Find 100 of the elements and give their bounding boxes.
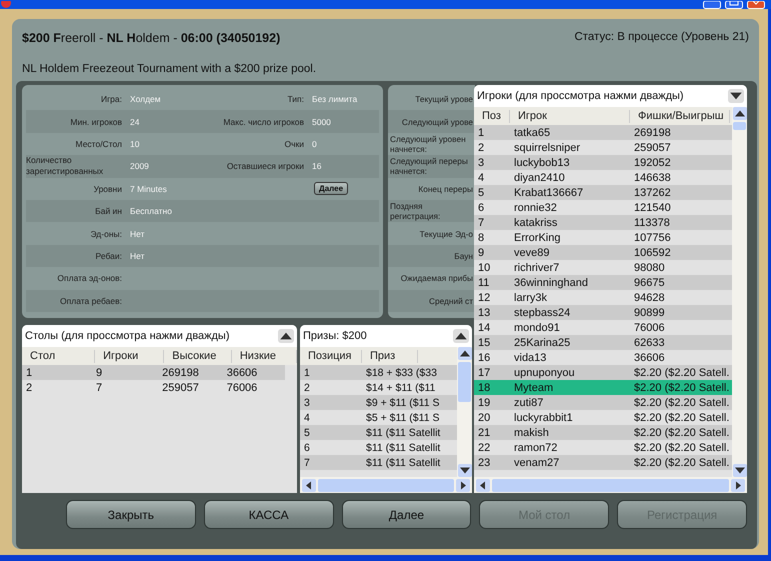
table-cell-text: 2 <box>477 142 486 154</box>
player-row[interactable]: 3 luckybob13 192052 <box>474 155 732 170</box>
player-row[interactable]: 6 ronnie32 121540 <box>474 200 732 215</box>
scroll-up-icon[interactable] <box>732 107 746 120</box>
column-header[interactable]: Высокие <box>164 350 232 362</box>
player-row[interactable]: 23 venam27 $2.20 ($2.20 Satell. <box>474 455 732 470</box>
column-header[interactable]: Фишки/Выигрыш <box>630 110 730 122</box>
scroll-up-icon[interactable] <box>458 347 472 360</box>
table-cell-text: 19 <box>477 396 492 408</box>
info-value: 24 <box>130 116 140 127</box>
scroll-left-icon[interactable] <box>302 478 316 492</box>
player-row[interactable]: 14 mondo91 76006 <box>474 320 732 335</box>
app-icon <box>1 1 11 9</box>
table-cell-text: 107756 <box>633 232 672 244</box>
table-cell-text: tatka65 <box>513 126 552 138</box>
player-row[interactable]: 15 25Karina25 62633 <box>474 335 732 350</box>
table-cell-text: 113378 <box>633 216 671 228</box>
player-row[interactable]: 2 squirrelsniper 259057 <box>474 140 732 155</box>
table-cell-text: upnuponyou <box>513 366 576 378</box>
player-row[interactable]: 22 ramon72 $2.20 ($2.20 Satell. <box>474 440 732 455</box>
table-cell-text: 13 <box>477 306 492 318</box>
table-cell-text: 36606 <box>633 352 666 364</box>
player-row[interactable]: 11 36winninghand 96675 <box>474 275 732 290</box>
action-button[interactable]: КАССА <box>204 500 334 529</box>
table-cell-text: 96675 <box>633 276 666 288</box>
table-cell-text: 3 <box>303 396 311 408</box>
info-label: Баун <box>454 250 473 261</box>
table-cell-text: $14 + $11 ($11 <box>365 382 436 394</box>
dropdown-icon[interactable] <box>728 89 744 103</box>
scroll-right-icon[interactable] <box>456 478 470 492</box>
scroll-thumb[interactable] <box>318 478 454 492</box>
player-row[interactable]: 20 luckyrabbit1 $2.20 ($2.20 Satell. <box>474 410 732 425</box>
column-header[interactable]: Стол <box>22 350 96 362</box>
table-cell-text: 192052 <box>633 156 672 168</box>
info-label: Следующий переры начнется: <box>390 156 469 176</box>
status-text: Статус: В процессе (Уровень 21) <box>574 31 749 45</box>
scroll-right-icon[interactable] <box>731 478 745 492</box>
table-cell-text: $2.20 ($2.20 Satell. <box>633 396 730 408</box>
maximize-icon[interactable] <box>725 1 743 9</box>
minimize-icon[interactable] <box>703 1 721 9</box>
table-cell-text: 98080 <box>633 262 666 274</box>
column-header[interactable]: Низкие <box>232 350 297 362</box>
info-label: Поздняя регистрация: <box>390 201 442 222</box>
table-cell-text: 16 <box>477 352 492 364</box>
table-cell-text: 2 <box>25 382 34 394</box>
close-icon[interactable] <box>747 1 765 9</box>
scroll-down-icon[interactable] <box>458 464 472 477</box>
scroll-left-icon[interactable] <box>476 478 490 492</box>
table-cell-text: 3 <box>477 156 486 168</box>
player-row[interactable]: 13 stepbass24 90899 <box>474 305 732 320</box>
player-row[interactable]: 1 tatka65 269198 <box>474 125 732 140</box>
table-cell-text: ramon72 <box>513 442 558 454</box>
table-cell-text: larry3k <box>513 292 548 304</box>
column-header[interactable]: Поз <box>474 110 510 122</box>
player-row[interactable]: 12 larry3k 94628 <box>474 290 732 305</box>
vertical-scrollbar[interactable] <box>732 107 747 477</box>
table-cell-text: 15 <box>477 336 492 348</box>
info-label: Уровни <box>92 184 123 194</box>
column-header[interactable]: Игрок <box>510 110 630 122</box>
player-row[interactable]: 17 upnuponyou $2.20 ($2.20 Satell. <box>474 365 732 380</box>
scroll-thumb[interactable] <box>492 478 729 492</box>
player-row[interactable]: 19 zuti87 $2.20 ($2.20 Satell. <box>474 395 732 410</box>
next-button[interactable]: Далее <box>314 182 348 196</box>
action-button[interactable]: Закрыть <box>66 500 196 529</box>
collapse-icon[interactable] <box>453 329 469 343</box>
player-row[interactable]: 7 katakriss 113378 <box>474 215 732 230</box>
table-cell-text: $11 ($11 Satellit <box>365 442 442 454</box>
scroll-thumb[interactable] <box>733 122 746 130</box>
table-cell-text: 12 <box>477 292 492 304</box>
vertical-scrollbar[interactable] <box>457 347 472 477</box>
collapse-icon[interactable] <box>278 329 294 343</box>
info-label: Количество зарегистированных <box>26 155 104 178</box>
player-row[interactable]: 4 diyan2410 146638 <box>474 170 732 185</box>
scroll-down-icon[interactable] <box>732 464 746 477</box>
horizontal-scrollbar[interactable] <box>300 477 472 493</box>
player-row[interactable]: 16 vida13 36606 <box>474 350 732 365</box>
info-label: Текущий урове <box>415 94 473 104</box>
tournament-description: NL Holdem Freezeout Tournament with a $200 prize pool. <box>21 62 318 77</box>
player-row[interactable]: 21 makish $2.20 ($2.20 Satell. <box>474 425 732 440</box>
table-cell-text: ronnie32 <box>513 202 558 214</box>
table-cell-text: $9 + $11 ($11 S <box>365 396 440 408</box>
player-row[interactable]: 9 veve89 106592 <box>474 245 732 260</box>
scroll-thumb[interactable] <box>458 362 471 402</box>
table-cell-text: 7 <box>477 216 486 228</box>
column-header[interactable]: Приз <box>362 350 418 362</box>
player-row[interactable]: 8 ErrorKing 107756 <box>474 230 732 245</box>
table-cell-text: diyan2410 <box>513 172 566 184</box>
table-cell-text: squirrelsniper <box>513 142 582 154</box>
info-label: Мин. игроков <box>69 116 123 127</box>
column-header[interactable]: Позиция <box>300 350 362 362</box>
action-button[interactable]: Далее <box>342 500 472 529</box>
info-label: Ребаи: <box>94 250 123 261</box>
info-value: Нет <box>130 250 146 261</box>
player-row[interactable]: 18 Myteam $2.20 ($2.20 Satell. <box>474 380 732 395</box>
horizontal-scrollbar[interactable] <box>474 477 747 493</box>
column-header[interactable]: Игроки <box>95 350 164 362</box>
info-value: 7 Minutes <box>130 184 168 194</box>
table-cell-text: 4 <box>477 172 486 184</box>
player-row[interactable]: 5 Krabat136667 137262 <box>474 185 732 200</box>
player-row[interactable]: 10 richriver7 98080 <box>474 260 732 275</box>
